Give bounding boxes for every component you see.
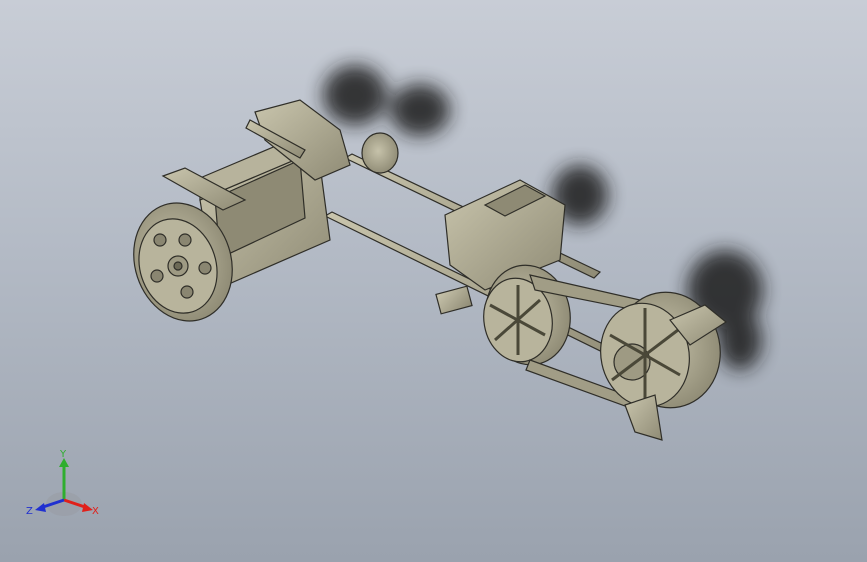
z-axis-arrow-icon bbox=[35, 503, 46, 512]
model-parts bbox=[133, 99, 728, 441]
y-axis-label: Y bbox=[59, 449, 67, 460]
input-shaft[interactable] bbox=[435, 285, 473, 315]
assembly-model[interactable] bbox=[0, 0, 867, 562]
z-axis-label: Z bbox=[26, 506, 33, 517]
x-axis-label: X bbox=[92, 506, 99, 517]
graphics-viewport[interactable]: Y X Z bbox=[0, 0, 867, 562]
view-triad[interactable]: Y X Z bbox=[24, 448, 104, 528]
rear-hub[interactable] bbox=[361, 132, 399, 174]
